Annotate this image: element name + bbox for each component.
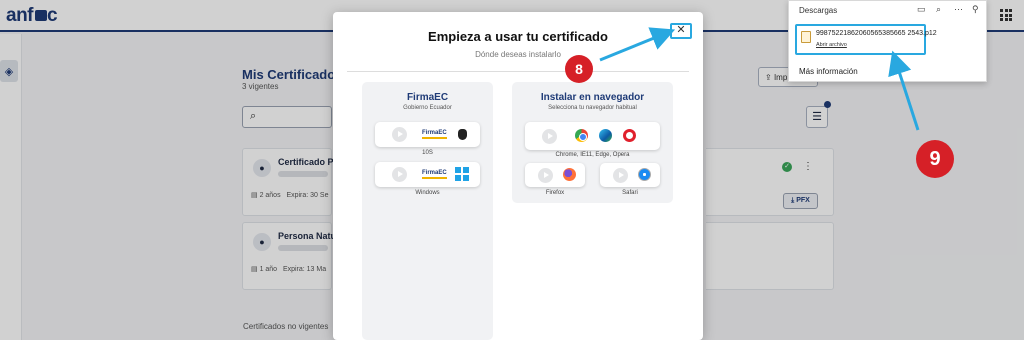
modal-subtitle: Dónde deseas instalarlo	[475, 50, 561, 59]
filter-active-dot	[824, 101, 831, 108]
pfx-download-button[interactable]: ⤓ PFX	[783, 193, 818, 209]
step-8-badge: 8	[565, 55, 593, 83]
divider	[347, 71, 689, 72]
firmaec-logo: FirmaEC	[422, 130, 447, 139]
downloads-panel: Descargas ▭ ⌕ ⋯ ⚲ 9987522186206056538566…	[788, 0, 987, 82]
option-caption: Chrome, IE11, Edge, Opera	[555, 152, 630, 158]
cert-card-right	[706, 222, 834, 290]
safari-icon	[638, 168, 651, 181]
modal-title: Empieza a usar tu certificado	[428, 29, 608, 44]
close-button[interactable]: ✕	[670, 23, 692, 39]
page-subtitle: 3 vigentes	[242, 82, 279, 91]
filter-button[interactable]: ☰	[806, 106, 828, 128]
search-icon: ⌕	[250, 110, 257, 122]
pin-icon[interactable]: ⚲	[972, 4, 979, 15]
play-icon	[392, 167, 407, 182]
firefox-icon	[563, 168, 576, 181]
chrome-icon	[575, 129, 588, 142]
browser-panel: Instalar en navegador Selecciona tu nave…	[512, 82, 673, 203]
firmaec-subtitle: Gobierno Ecuador	[403, 105, 452, 111]
sliders-icon: ☰	[812, 111, 822, 123]
page-title: Mis Certificado	[242, 67, 336, 82]
more-info-link[interactable]: Más información	[799, 67, 858, 76]
browser-title: Instalar en navegador	[540, 92, 645, 103]
pfx-label: PFX	[796, 197, 810, 204]
apple-icon	[458, 129, 467, 140]
option-caption: Windows	[415, 190, 440, 196]
logo-lock-icon	[35, 10, 47, 21]
upload-icon: ⇪	[765, 73, 774, 82]
downloads-title: Descargas	[799, 6, 838, 15]
option-caption: Safari	[622, 190, 638, 196]
certificate-file-icon	[801, 31, 811, 43]
anfac-logo[interactable]: anf c	[6, 5, 58, 27]
cert-meta: ▤ 2 años Expira: 30 Se	[251, 192, 329, 199]
no-vigentes-heading: Certificados no vigentes	[243, 322, 329, 331]
person-icon: ●	[253, 159, 271, 177]
search-icon[interactable]: ⌕	[936, 4, 941, 15]
firmaec-ios-option[interactable]: FirmaEC	[375, 122, 480, 147]
safari-option[interactable]	[600, 163, 660, 187]
play-icon	[613, 168, 628, 183]
apps-grid-icon[interactable]	[1000, 9, 1012, 21]
play-icon	[542, 129, 557, 144]
edge-icon	[599, 129, 612, 142]
firefox-option[interactable]	[525, 163, 585, 187]
option-caption: Firefox	[545, 190, 565, 196]
play-icon	[538, 168, 553, 183]
more-horiz-icon[interactable]: ⋯	[954, 4, 963, 15]
step-9-badge: 9	[916, 140, 954, 178]
cert-card[interactable]: ● Certificado Pe ▤ 2 años Expira: 30 Se	[242, 148, 339, 216]
download-file-name: 99875221862060565385665 2543.p12	[816, 30, 937, 37]
browser-subtitle: Selecciona tu navegador habitual	[548, 105, 637, 111]
install-certificate-modal: Empieza a usar tu certificado Dónde dese…	[333, 12, 703, 340]
download-item[interactable]: 99875221862060565385665 2543.p12 Abrir a…	[795, 24, 937, 55]
cert-meta: ▤ 1 año Expira: 13 Ma	[251, 266, 327, 273]
import-label: Imp	[773, 73, 788, 82]
folder-icon[interactable]: ▭	[917, 4, 926, 15]
open-file-link[interactable]: Abrir archivo	[816, 42, 847, 48]
firmaec-title: FirmaEC	[406, 92, 449, 103]
logo-text: anf	[6, 5, 34, 26]
cert-name: Certificado Pe	[278, 157, 339, 167]
more-vert-icon[interactable]: ⋮	[803, 161, 813, 172]
firmaec-logo: FirmaEC	[422, 170, 447, 179]
firmaec-windows-option[interactable]: FirmaEC	[375, 162, 480, 187]
option-caption: 10S	[422, 150, 433, 156]
person-icon: ●	[253, 233, 271, 251]
windows-icon	[455, 167, 469, 181]
search-input[interactable]: ⌕	[242, 106, 332, 128]
redacted-text	[278, 245, 328, 251]
firmaec-panel: FirmaEC Gobierno Ecuador FirmaEC 10S Fir…	[362, 82, 493, 340]
chrome-edge-opera-option[interactable]	[525, 122, 660, 150]
logo-suffix: c	[47, 5, 58, 26]
play-icon	[392, 127, 407, 142]
cert-card[interactable]: ● Persona Natu ▤ 1 año Expira: 13 Ma	[242, 222, 336, 290]
verified-shield-icon: ✓	[782, 162, 792, 172]
cert-name: Persona Natu	[278, 231, 337, 241]
shield-icon[interactable]: ◈	[0, 60, 18, 82]
opera-icon	[623, 129, 636, 142]
redacted-text	[278, 171, 328, 177]
